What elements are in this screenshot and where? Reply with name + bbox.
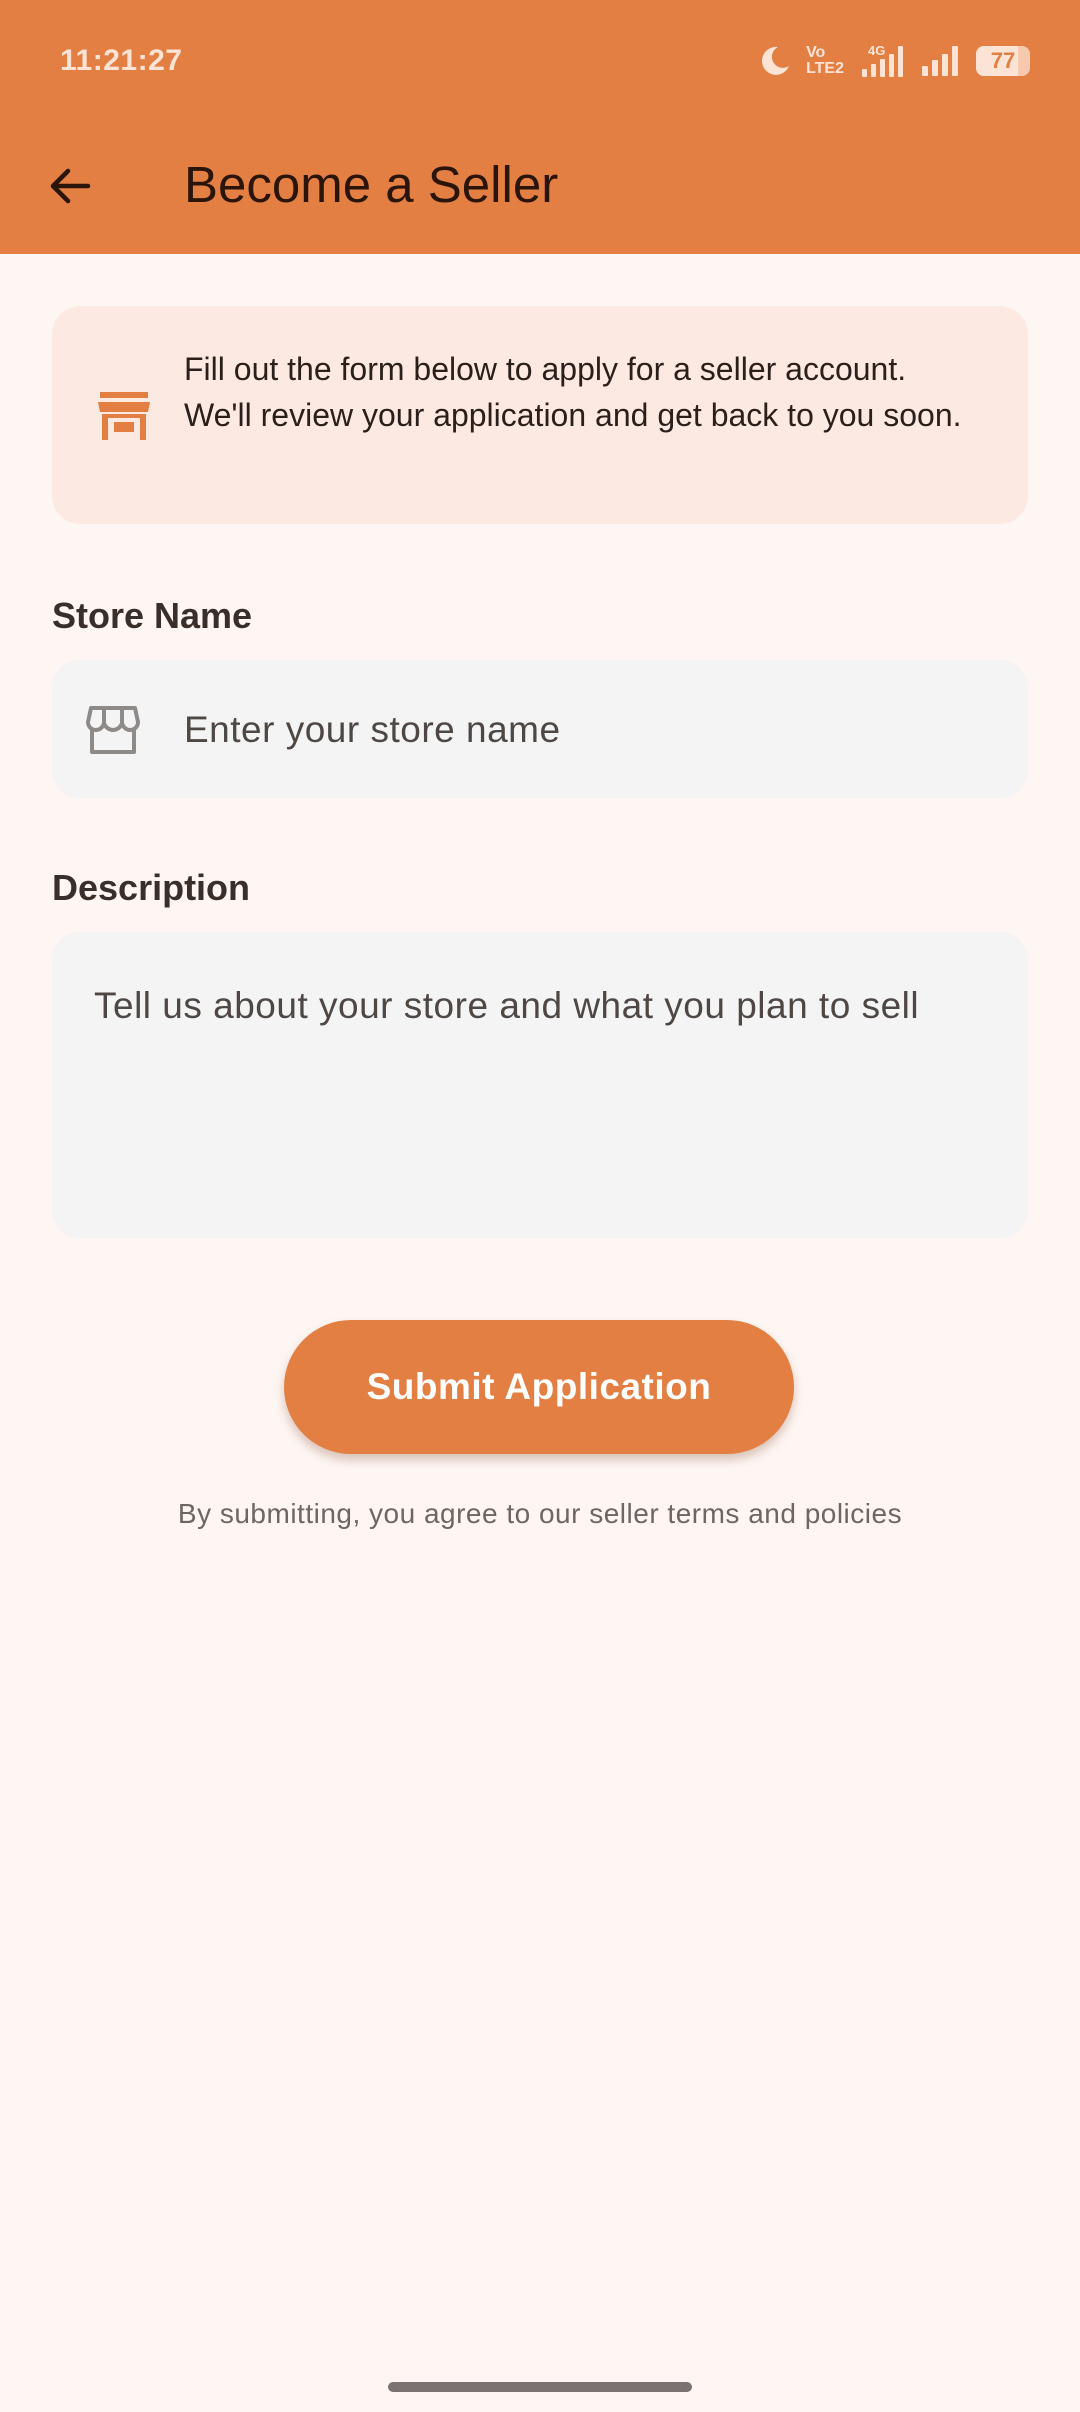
info-card: Fill out the form below to apply for a s… [52,306,1028,524]
network-type-label: 4G [868,43,885,58]
volte-top-label: Vo [806,44,826,61]
store-name-placeholder: Enter your store name [184,709,561,750]
info-text: Fill out the form below to apply for a s… [184,351,962,433]
submit-application-button[interactable]: Submit Application [284,1320,794,1454]
status-time: 11:21:27 [60,44,183,77]
page-title: Become a Seller [184,156,559,213]
signal-icon [922,46,958,76]
store-name-label: Store Name [52,595,253,636]
back-button[interactable] [30,146,110,226]
app-bar: 11:21:27 Vo LTE2 4G 77 Become a Seller [0,0,1080,254]
volte-icon: Vo LTE2 [806,45,844,77]
description-label: Description [52,867,251,908]
home-indicator[interactable] [388,2382,692,2392]
arrow-back-icon [50,168,91,204]
storefront-icon [98,392,150,440]
store-name-field[interactable]: Enter your store name [52,660,1028,798]
description-placeholder: Tell us about your store and what you pl… [94,985,920,1026]
store-icon [86,706,140,754]
volte-bottom-label: LTE2 [806,60,844,77]
terms-text: By submitting, you agree to our seller t… [177,1498,903,1529]
battery-icon: 77 [976,46,1030,76]
description-field[interactable]: Tell us about your store and what you pl… [52,932,1028,1238]
status-icons: Vo LTE2 4G 77 [758,38,1030,84]
signal-4g-icon: 4G [862,43,903,77]
battery-level: 77 [990,48,1016,73]
moon-icon [762,46,790,75]
